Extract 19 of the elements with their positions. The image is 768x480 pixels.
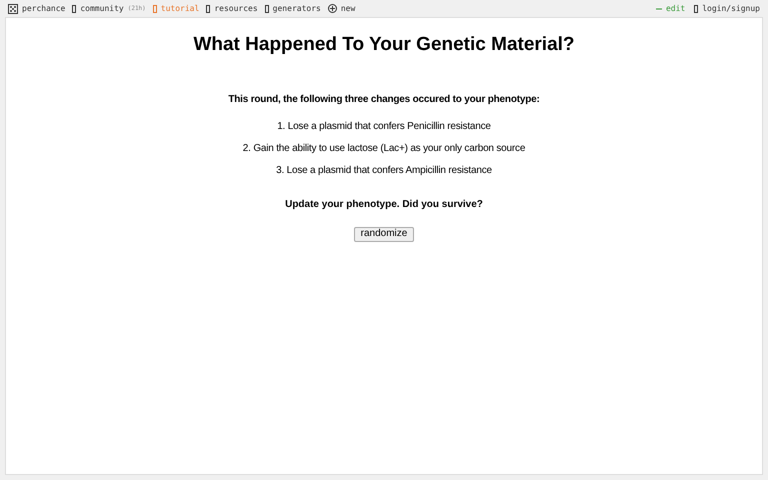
nav-link[interactable]: new: [328, 2, 356, 14]
randomize-button[interactable]: randomize: [354, 226, 414, 242]
nav-link[interactable]: resources: [206, 2, 258, 14]
nav-link[interactable]: perchance: [8, 2, 66, 14]
square-icon: [206, 4, 210, 12]
square-icon: [72, 4, 76, 12]
question-text: Update your phenotype. Did you survive?: [285, 198, 483, 212]
square-icon: [152, 4, 157, 12]
dice-icon: [8, 4, 18, 14]
intro-text: This round, the following three changes occured to your phenotype:: [228, 92, 540, 106]
change-item: 2. Gain the ability to use lactose (Lac+) as your only carbon source: [242, 142, 526, 154]
nav-link[interactable]: generators: [264, 2, 321, 14]
change-item: 1. Lose a plasmid that confers Penicillin resistance: [277, 120, 491, 132]
plus-circle-icon: [328, 4, 337, 13]
square-icon: [264, 4, 269, 12]
change-item: 3. Lose a plasmid that confers Ampicillin resistance: [276, 164, 492, 176]
login-link[interactable]: login/signup: [694, 2, 760, 14]
page-title: What Happened To Your Genetic Material?: [193, 33, 575, 57]
square-icon: [694, 4, 698, 12]
